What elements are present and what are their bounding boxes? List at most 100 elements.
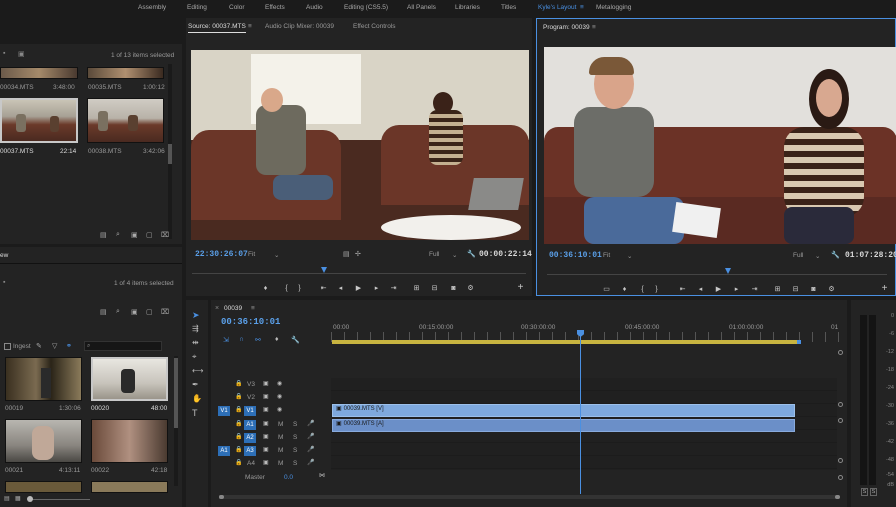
bin-icon-2[interactable]: ▤ xyxy=(100,308,107,316)
step-forward-icon[interactable]: ▸ xyxy=(372,284,381,293)
source-scrubber-track[interactable] xyxy=(192,273,526,274)
sync-lock-icon-a4[interactable]: ▣ xyxy=(263,459,269,466)
bin-icon[interactable]: ▤ xyxy=(100,231,107,239)
tab-source-menu-icon[interactable]: ≡ xyxy=(248,23,252,30)
workspace-tab-audio[interactable]: Audio xyxy=(306,4,323,11)
mute-a3[interactable]: M xyxy=(278,447,283,454)
program-quality-select[interactable]: Full xyxy=(793,252,803,259)
workspace-tab-libraries[interactable]: Libraries xyxy=(455,4,480,11)
media-scrollbar-thumb[interactable] xyxy=(174,358,178,428)
step-forward-icon-program[interactable]: ▸ xyxy=(732,285,741,294)
workspace-tab-all-panels[interactable]: All Panels xyxy=(407,4,436,11)
clip-thumbnail-00021[interactable] xyxy=(5,419,82,463)
lift-icon[interactable]: ⊞ xyxy=(773,285,782,294)
lock-icon-a1[interactable]: 🔒 xyxy=(235,420,242,427)
timeline-horizontal-scroll[interactable] xyxy=(219,495,840,499)
sync-lock-icon-a2[interactable]: ▣ xyxy=(263,433,269,440)
add-button-icon-program[interactable]: + xyxy=(880,284,889,294)
sequence-menu-icon[interactable]: ≡ xyxy=(251,305,255,312)
wrench-icon[interactable]: ✎ xyxy=(36,342,42,350)
zoom-slider-handle[interactable] xyxy=(27,496,33,502)
new-item-icon[interactable]: ▢ xyxy=(146,231,153,239)
snap-icon[interactable]: ∩ xyxy=(239,336,244,343)
razor-tool-icon[interactable]: ⌖ xyxy=(192,352,197,362)
search-icon-2[interactable]: ⌕ xyxy=(116,308,120,316)
sequence-tab[interactable]: 00039 xyxy=(224,305,242,312)
source-timecode[interactable]: 22:30:26:07 xyxy=(195,250,248,259)
mute-a2[interactable]: M xyxy=(278,434,283,441)
workspace-tab-metalogging[interactable]: Metalogging xyxy=(596,4,631,11)
lock-icon-a3[interactable]: 🔒 xyxy=(235,446,242,453)
timeline-settings-icon[interactable]: 🔧 xyxy=(291,336,300,344)
filter-icon[interactable]: ▽ xyxy=(52,342,57,350)
mark-in-icon-program[interactable]: { xyxy=(638,285,647,294)
zoom-slider[interactable] xyxy=(30,499,90,500)
trash-icon[interactable]: ⌧ xyxy=(161,231,169,239)
play-icon[interactable]: ▶ xyxy=(354,284,363,293)
track-name-a2[interactable]: A2 xyxy=(244,433,256,443)
clip-thumbnail-00020[interactable] xyxy=(91,357,168,401)
add-marker-icon[interactable]: ♦ xyxy=(275,336,279,343)
safe-margins-icon[interactable]: ▭ xyxy=(602,285,611,294)
tab-effect-controls[interactable]: Effect Controls xyxy=(353,23,396,30)
workspace-tab-kyles-layout[interactable]: Kyle's Layout xyxy=(538,4,576,11)
program-timecode[interactable]: 00:36:10:01 xyxy=(549,251,602,260)
search-icon[interactable]: ⌕ xyxy=(116,231,120,239)
solo-a1[interactable]: S xyxy=(293,421,297,428)
chevron-down-icon-2[interactable]: ⌄ xyxy=(452,251,457,259)
pen-tool-icon[interactable]: ✒ xyxy=(192,380,199,389)
list-icon[interactable]: ▤ xyxy=(4,495,10,502)
chevron-down-icon[interactable]: ⌄ xyxy=(274,251,279,259)
clip-thumbnail-partial-2[interactable] xyxy=(91,481,168,493)
track-name-v1[interactable]: V1 xyxy=(244,406,256,416)
track-name-a1[interactable]: A1 xyxy=(244,420,256,430)
source-video-frame[interactable] xyxy=(191,50,529,240)
nest-icon[interactable]: ⇲ xyxy=(223,336,229,344)
list-view-icon[interactable]: ▪ xyxy=(3,50,5,57)
go-to-in-icon[interactable]: ⇤ xyxy=(319,284,328,293)
clip-thumbnail-00019[interactable] xyxy=(5,357,82,401)
solo-a2[interactable]: S xyxy=(293,434,297,441)
mic-icon-a4[interactable]: 🎤 xyxy=(307,459,314,466)
clip-thumbnail-partial-1[interactable] xyxy=(5,481,82,493)
list-view-icon-2[interactable]: ▪ xyxy=(3,279,5,286)
insert-icon[interactable]: ⊞ xyxy=(412,284,421,293)
solo-a4[interactable]: S xyxy=(293,460,297,467)
linked-selection-icon[interactable]: ⚯ xyxy=(255,336,261,344)
workspace-tab-editing[interactable]: Editing xyxy=(187,4,207,11)
clip-thumbnail-00034[interactable] xyxy=(0,67,78,79)
eye-icon-v3[interactable]: ◉ xyxy=(277,380,282,387)
clip-thumbnail-00037[interactable] xyxy=(0,98,78,143)
mic-icon-a3[interactable]: 🎤 xyxy=(307,446,314,453)
camera-icon-program[interactable]: ◙ xyxy=(809,285,818,294)
sync-lock-icon-v2[interactable]: ▣ xyxy=(263,393,269,400)
lock-icon-a4[interactable]: 🔒 xyxy=(235,459,242,466)
close-icon[interactable]: × xyxy=(215,305,219,312)
lock-icon-v2[interactable]: 🔒 xyxy=(235,393,242,400)
lock-icon-v3[interactable]: 🔒 xyxy=(235,380,242,387)
folder-icon[interactable]: ▣ xyxy=(18,50,25,58)
workspace-tab-effects[interactable]: Effects xyxy=(265,4,285,11)
ripple-edit-tool-icon[interactable]: ⇹ xyxy=(192,338,199,347)
timeline-vertical-scroll[interactable] xyxy=(836,350,844,490)
audio-clip[interactable]: ▣ 00039.MTS [A] xyxy=(332,419,795,432)
mute-a4[interactable]: M xyxy=(278,460,283,467)
settings-icon[interactable]: ▤ xyxy=(343,250,350,258)
track-select-tool-icon[interactable]: ⇶ xyxy=(192,324,199,333)
workspace-menu-icon[interactable]: ≡ xyxy=(580,4,584,11)
camera-icon[interactable]: ◙ xyxy=(449,284,458,293)
new-bin-icon[interactable]: ▣ xyxy=(131,231,138,239)
workspace-tab-color[interactable]: Color xyxy=(229,4,245,11)
new-bin-icon-2[interactable]: ▣ xyxy=(131,308,138,316)
solo-left-button[interactable]: S xyxy=(861,488,868,496)
marker-icon[interactable]: ✢ xyxy=(355,250,361,258)
marker-add-icon-program[interactable]: ♦ xyxy=(620,285,629,294)
ingest-checkbox[interactable] xyxy=(4,343,11,350)
chevron-down-icon-4[interactable]: ⌄ xyxy=(815,252,820,260)
program-menu-icon[interactable]: ≡ xyxy=(592,24,596,31)
source-quality-select[interactable]: Full xyxy=(429,251,439,258)
eye-icon-v1[interactable]: ◉ xyxy=(277,406,282,413)
solo-a3[interactable]: S xyxy=(293,447,297,454)
mute-a1[interactable]: M xyxy=(278,421,283,428)
go-to-out-icon-program[interactable]: ⇥ xyxy=(750,285,759,294)
